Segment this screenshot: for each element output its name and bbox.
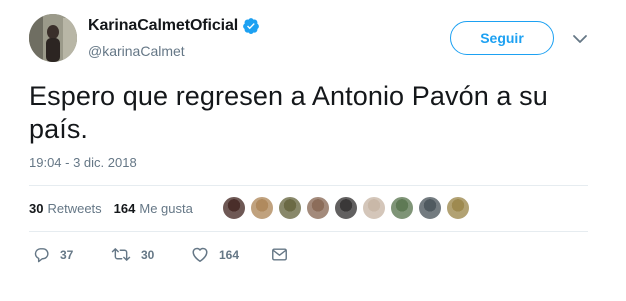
display-name[interactable]: KarinaCalmetOficial bbox=[88, 17, 238, 35]
tweet-actions: 37 30 164 bbox=[33, 246, 298, 263]
like-button[interactable]: 164 bbox=[191, 246, 271, 263]
retweet-button[interactable]: 30 bbox=[111, 246, 191, 263]
tweet-card: KarinaCalmetOficial @karinaCalmet Seguir… bbox=[0, 0, 626, 301]
retweets-label: Retweets bbox=[47, 201, 102, 216]
avatar[interactable] bbox=[29, 14, 77, 62]
tweet-stats: 30 Retweets 164 Me gusta bbox=[29, 201, 193, 216]
retweets-stat[interactable]: 30 Retweets bbox=[29, 201, 102, 216]
divider bbox=[29, 231, 588, 232]
likes-count: 164 bbox=[113, 201, 136, 216]
liker-avatar[interactable] bbox=[418, 196, 442, 220]
retweet-count: 30 bbox=[141, 247, 155, 262]
liker-avatar[interactable] bbox=[278, 196, 302, 220]
chevron-down-icon[interactable] bbox=[572, 32, 588, 46]
liker-avatar[interactable] bbox=[390, 196, 414, 220]
liker-avatar[interactable] bbox=[306, 196, 330, 220]
liker-avatar[interactable] bbox=[362, 196, 386, 220]
follow-button[interactable]: Seguir bbox=[450, 21, 554, 55]
likes-stat[interactable]: 164 Me gusta bbox=[114, 201, 193, 216]
tweet-timestamp[interactable]: 19:04 - 3 dic. 2018 bbox=[29, 155, 137, 170]
user-name-row[interactable]: KarinaCalmetOficial bbox=[88, 17, 260, 35]
retweet-icon bbox=[111, 248, 131, 261]
verified-badge-icon bbox=[242, 17, 260, 35]
reply-button[interactable]: 37 bbox=[33, 246, 111, 263]
user-handle[interactable]: @karinaCalmet bbox=[88, 43, 185, 59]
divider bbox=[29, 185, 588, 186]
reply-count: 37 bbox=[60, 247, 74, 262]
heart-icon bbox=[192, 247, 208, 262]
liker-avatar[interactable] bbox=[334, 196, 358, 220]
retweets-count: 30 bbox=[29, 201, 44, 216]
direct-message-button[interactable] bbox=[271, 246, 298, 263]
liker-avatar[interactable] bbox=[250, 196, 274, 220]
likers-avatars bbox=[222, 196, 474, 220]
reply-icon bbox=[34, 248, 49, 263]
tweet-text: Espero que regresen a Antonio Pavón a su… bbox=[29, 81, 548, 144]
like-count: 164 bbox=[219, 247, 240, 262]
envelope-icon bbox=[272, 248, 287, 261]
likes-label: Me gusta bbox=[139, 201, 193, 216]
liker-avatar[interactable] bbox=[222, 196, 246, 220]
liker-avatar[interactable] bbox=[446, 196, 470, 220]
